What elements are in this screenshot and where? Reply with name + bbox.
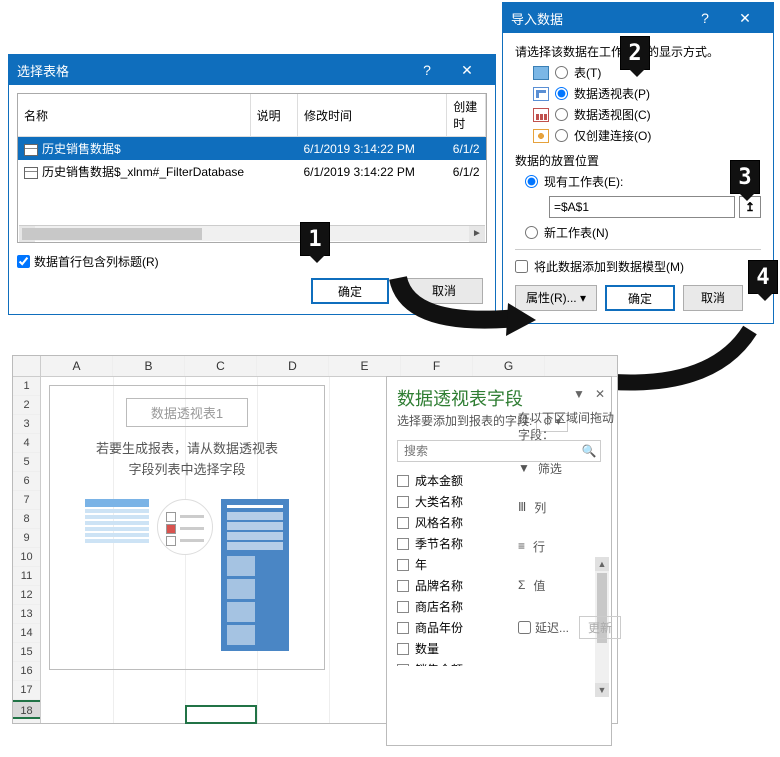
drop-zones: 在以下区域间拖动字段： ▼筛选 Ⅲ列 ≡行 Σ值 延迟... 更新 bbox=[518, 410, 624, 639]
properties-button[interactable]: 属性(R)... ▾ bbox=[515, 285, 597, 311]
radio-pivotchart[interactable] bbox=[555, 108, 568, 121]
checkbox-icon[interactable] bbox=[397, 580, 409, 592]
ok-button[interactable]: 确定 bbox=[605, 285, 675, 311]
checkbox-icon[interactable] bbox=[397, 517, 409, 529]
help-icon[interactable]: ? bbox=[685, 10, 725, 26]
import-title: 导入数据 bbox=[511, 9, 563, 28]
rows-icon: ≡ bbox=[518, 539, 525, 553]
callout-4: 4 bbox=[748, 260, 778, 294]
horizontal-scrollbar[interactable]: ◄ ► bbox=[19, 225, 485, 241]
radio-connection[interactable] bbox=[555, 129, 568, 142]
checkbox-icon[interactable] bbox=[397, 538, 409, 550]
active-cell[interactable] bbox=[185, 705, 257, 724]
values-icon: Σ bbox=[518, 578, 525, 592]
table-row[interactable]: 历史销售数据$_xlnm#_FilterDatabase 6/1/2019 3:… bbox=[18, 160, 486, 183]
scroll-thumb[interactable] bbox=[22, 228, 202, 240]
col-created[interactable]: 创建时 bbox=[447, 94, 486, 137]
callout-1: 1 bbox=[300, 222, 330, 256]
sheet-icon bbox=[24, 144, 38, 156]
radio-pivottable[interactable] bbox=[555, 87, 568, 100]
scroll-right-icon[interactable]: ► bbox=[469, 226, 485, 242]
select-table-dialog: 选择表格 ? ✕ 名称 说明 修改时间 创建时 历史销售数据$ 6/1/2019… bbox=[8, 54, 496, 315]
select-all-corner[interactable] bbox=[13, 356, 41, 376]
first-row-header-label: 数据首行包含列标题(R) bbox=[34, 253, 159, 270]
cancel-button[interactable]: 取消 bbox=[683, 285, 743, 311]
ok-button[interactable]: 确定 bbox=[311, 278, 389, 304]
pivot-illustration bbox=[58, 499, 316, 651]
columns-icon: Ⅲ bbox=[518, 500, 526, 514]
help-icon[interactable]: ? bbox=[407, 62, 447, 78]
checkbox-icon[interactable] bbox=[397, 475, 409, 487]
close-icon[interactable]: ✕ bbox=[725, 10, 765, 27]
col-header[interactable]: D bbox=[257, 356, 329, 376]
callout-2: 2 bbox=[620, 36, 650, 70]
radio-existing-sheet[interactable] bbox=[525, 175, 538, 188]
update-button[interactable]: 更新 bbox=[579, 616, 621, 639]
cell-reference-input[interactable] bbox=[549, 196, 735, 218]
row-headers: 123 456 789 101112 131415 161718 bbox=[13, 377, 41, 723]
pivotchart-icon bbox=[533, 108, 549, 122]
defer-label: 延迟... bbox=[535, 619, 569, 636]
table-icon bbox=[533, 66, 549, 80]
table-list: 名称 说明 修改时间 创建时 历史销售数据$ 6/1/2019 3:14:22 … bbox=[17, 93, 487, 243]
first-row-header-checkbox[interactable] bbox=[17, 255, 30, 268]
connection-icon bbox=[533, 129, 549, 143]
close-icon[interactable]: ✕ bbox=[595, 387, 605, 401]
sheet-icon bbox=[24, 167, 38, 179]
checkbox-icon[interactable] bbox=[397, 559, 409, 571]
col-header[interactable]: A bbox=[41, 356, 113, 376]
placement-label: 数据的放置位置 bbox=[515, 152, 761, 169]
callout-3: 3 bbox=[730, 160, 760, 194]
select-table-title: 选择表格 bbox=[17, 61, 69, 80]
col-modified[interactable]: 修改时间 bbox=[297, 94, 446, 137]
pivot-message: 若要生成报表，请从数据透视表字段列表中选择字段 bbox=[58, 439, 316, 481]
checkbox-icon[interactable] bbox=[397, 664, 409, 667]
radio-new-sheet[interactable] bbox=[525, 226, 538, 239]
field-item[interactable]: 数量 bbox=[397, 638, 601, 659]
col-header[interactable]: E bbox=[329, 356, 401, 376]
checkbox-icon[interactable] bbox=[397, 601, 409, 613]
select-table-titlebar: 选择表格 ? ✕ bbox=[9, 55, 495, 85]
field-item[interactable]: 销售金额 bbox=[397, 659, 601, 666]
field-list-subtitle: 选择要添加到报表的字段: bbox=[397, 414, 532, 428]
col-header[interactable]: G bbox=[473, 356, 545, 376]
zones-title: 在以下区域间拖动字段： bbox=[518, 410, 624, 444]
pivot-title: 数据透视表1 bbox=[126, 398, 248, 427]
import-titlebar: 导入数据 ? ✕ bbox=[503, 3, 773, 33]
add-to-model-checkbox[interactable] bbox=[515, 260, 528, 273]
pivot-icon bbox=[533, 87, 549, 101]
defer-checkbox[interactable] bbox=[518, 621, 531, 634]
cancel-button[interactable]: 取消 bbox=[405, 278, 483, 304]
checkbox-icon[interactable] bbox=[397, 622, 409, 634]
close-icon[interactable]: ✕ bbox=[447, 62, 487, 79]
zone-filter[interactable]: ▼筛选 bbox=[518, 460, 624, 477]
column-headers: A B C D E F G bbox=[13, 356, 617, 377]
radio-table[interactable] bbox=[555, 66, 568, 79]
col-name[interactable]: 名称 bbox=[18, 94, 250, 137]
zone-values[interactable]: Σ值 bbox=[518, 577, 624, 594]
checkbox-icon[interactable] bbox=[397, 643, 409, 655]
zone-columns[interactable]: Ⅲ列 bbox=[518, 499, 624, 516]
checkbox-icon[interactable] bbox=[397, 496, 409, 508]
col-desc[interactable]: 说明 bbox=[250, 94, 297, 137]
col-header[interactable]: C bbox=[185, 356, 257, 376]
filter-icon: ▼ bbox=[518, 461, 530, 475]
zone-rows[interactable]: ≡行 bbox=[518, 538, 624, 555]
pivot-placeholder: 数据透视表1 若要生成报表，请从数据透视表字段列表中选择字段 bbox=[49, 385, 325, 670]
dropdown-icon[interactable]: ▼ bbox=[573, 387, 585, 401]
col-header[interactable]: F bbox=[401, 356, 473, 376]
table-row[interactable]: 历史销售数据$ 6/1/2019 3:14:22 PM 6/1/2 bbox=[18, 137, 486, 161]
col-header[interactable]: B bbox=[113, 356, 185, 376]
